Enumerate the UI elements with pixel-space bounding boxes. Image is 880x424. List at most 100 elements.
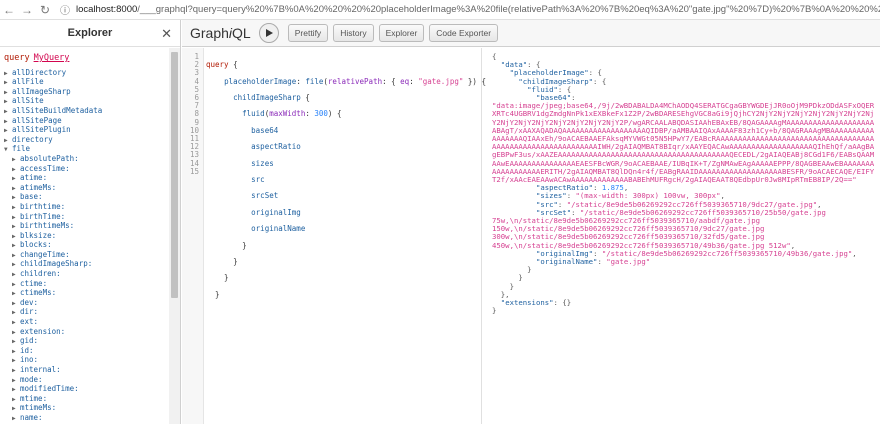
explorer-subfield-label: base:	[20, 192, 43, 202]
code-line: }	[206, 289, 220, 299]
explorer-field-list: query MyQuery ▶ allDirectory ▶ allFile ▶ allIm…	[0, 48, 168, 424]
line-number: 8	[194, 109, 199, 119]
caret-right-icon: ▶	[12, 175, 16, 183]
caret-right-icon: ▶	[4, 127, 8, 135]
explorer-title: Explorer	[67, 27, 113, 39]
caret-right-icon: ▶	[4, 69, 8, 77]
info-icon[interactable]: ⓘ	[60, 2, 70, 17]
toolbar: GraphiQL Prettify History Explorer Code …	[182, 20, 880, 47]
explorer-field-label: file	[12, 144, 31, 154]
explorer-field-label: allFile	[12, 77, 44, 87]
browser-address-bar: ← → ↻ ⓘ localhost:8000/___graphql?query=…	[0, 0, 880, 20]
graphiql-main: GraphiQL Prettify History Explorer Code …	[182, 20, 880, 424]
explorer-subfield-label: ext:	[20, 317, 39, 327]
explorer-panel: Explorer ✕ query MyQuery ▶ allDirectory ▶ al…	[0, 20, 181, 424]
caret-right-icon: ▶	[4, 79, 8, 87]
explorer-subfield-label: birthtime:	[20, 201, 66, 211]
caret-right-icon: ▶	[12, 290, 16, 298]
explorer-subfield-label: name:	[20, 412, 43, 422]
caret-right-icon: ▶	[12, 223, 16, 231]
line-number: 6	[194, 93, 199, 103]
forward-arrow-icon[interactable]: →	[18, 1, 36, 19]
code-line: }	[206, 273, 229, 283]
caret-right-icon: ▶	[4, 88, 8, 96]
line-number: 3	[194, 68, 199, 78]
explorer-subfield-label: children:	[20, 269, 61, 279]
code-line: srcSet	[251, 191, 279, 201]
caret-right-icon: ▶	[12, 405, 16, 413]
history-button[interactable]: History	[333, 24, 374, 42]
explorer-subfield-label: accessTime:	[20, 163, 70, 173]
code-line: query {	[206, 60, 238, 70]
back-arrow-icon[interactable]: ←	[0, 1, 18, 19]
explorer-field-label: allSitePlugin	[12, 125, 71, 135]
explorer-subfield-label: ctime:	[20, 278, 48, 288]
url-field[interactable]: ⓘ localhost:8000/___graphql?query=query%…	[60, 1, 880, 19]
code-line: childImageSharp {	[233, 93, 310, 103]
play-icon	[266, 29, 274, 37]
explorer-subfield-label: blksize:	[20, 230, 57, 240]
caret-right-icon: ▶	[4, 107, 8, 115]
caret-right-icon: ▶	[12, 280, 16, 288]
caret-right-icon: ▶	[12, 232, 16, 240]
code-line: aspectRatio	[251, 142, 301, 152]
caret-right-icon: ▶	[12, 213, 16, 221]
caret-right-icon: ▶	[12, 319, 16, 327]
line-number: 7	[194, 101, 199, 111]
explorer-field-label: allSite	[12, 96, 44, 106]
line-number-gutter: 1 2 3 4 5 6 7 8 9 10 11 12 13 14 15	[182, 48, 204, 424]
base64-value: "data:image/jpeg;base64,/9j/2wBDABALDA4M…	[492, 101, 875, 185]
explorer-subfield-label: ctimeMs:	[20, 288, 57, 298]
execute-query-button[interactable]	[258, 23, 279, 43]
explorer-scrollbar[interactable]	[169, 48, 180, 424]
explorer-subfield-label: atimeMs:	[20, 182, 57, 192]
close-icon[interactable]: ✕	[161, 26, 172, 42]
explorer-subfield-label: childImageSharp:	[20, 259, 93, 269]
caret-right-icon: ▶	[12, 338, 16, 346]
explorer-subfield-label: changeTime:	[20, 249, 70, 259]
caret-right-icon: ▶	[12, 386, 16, 394]
explorer-field-label: allSiteBuildMetadata	[12, 105, 103, 115]
caret-right-icon: ▶	[12, 299, 16, 307]
explorer-subfield-label: birthTime:	[20, 211, 66, 221]
line-number: 1	[194, 52, 199, 61]
caret-right-icon: ▶	[12, 261, 16, 269]
result-line: }	[492, 273, 523, 283]
explorer-subfield-label: absolutePath:	[20, 153, 79, 163]
caret-right-icon: ▶	[12, 309, 16, 317]
prettify-button[interactable]: Prettify	[287, 24, 329, 42]
explorer-subfield-label: mtimeMs:	[20, 403, 57, 413]
caret-right-icon: ▶	[12, 271, 16, 279]
explorer-field-label: allImageSharp	[12, 86, 71, 96]
caret-right-icon: ▶	[12, 376, 16, 384]
scrollbar-thumb[interactable]	[171, 52, 178, 298]
url-path: /___graphql?query=query%20%7B%0A%20%20%2…	[137, 4, 880, 15]
query-editor[interactable]: 1 2 3 4 5 6 7 8 9 10 11 12 13 14 15 query { placeholde…	[182, 48, 486, 424]
url-host: localhost:8000	[76, 4, 138, 15]
query-code[interactable]: query { placeholderImage: file(relativeP…	[206, 53, 486, 316]
result-viewer[interactable]: { "data": { "placeholderImage": { "child…	[492, 48, 880, 424]
code-exporter-button[interactable]: Code Exporter	[429, 24, 499, 42]
query-keyword: query	[4, 53, 30, 63]
caret-right-icon: ▶	[12, 395, 16, 403]
query-name-input[interactable]: MyQuery	[34, 53, 70, 63]
caret-right-icon: ▶	[12, 367, 16, 374]
caret-right-icon: ▶	[12, 242, 16, 250]
graphiql-logo: GraphiQL	[190, 25, 251, 41]
explorer-subfield-label: mode:	[20, 374, 43, 384]
caret-right-icon: ▶	[12, 184, 16, 192]
explorer-subfield-label: modifiedTime:	[20, 384, 79, 394]
explorer-button[interactable]: Explorer	[378, 24, 425, 42]
result-line: }	[492, 306, 497, 316]
line-number: 2	[194, 60, 199, 70]
explorer-subfield-label: birthtimeMs:	[20, 221, 75, 231]
caret-right-icon: ▶	[12, 347, 16, 355]
code-line: originalImg	[251, 207, 301, 217]
explorer-subfield-label: gid:	[20, 336, 39, 346]
caret-down-icon: ▼	[4, 146, 8, 154]
explorer-field-label: allSitePage	[12, 115, 62, 125]
reload-icon[interactable]: ↻	[36, 1, 54, 19]
explorer-subfield-label: internal:	[20, 365, 61, 374]
code-line: }	[206, 240, 247, 250]
result-line: }	[492, 281, 514, 291]
